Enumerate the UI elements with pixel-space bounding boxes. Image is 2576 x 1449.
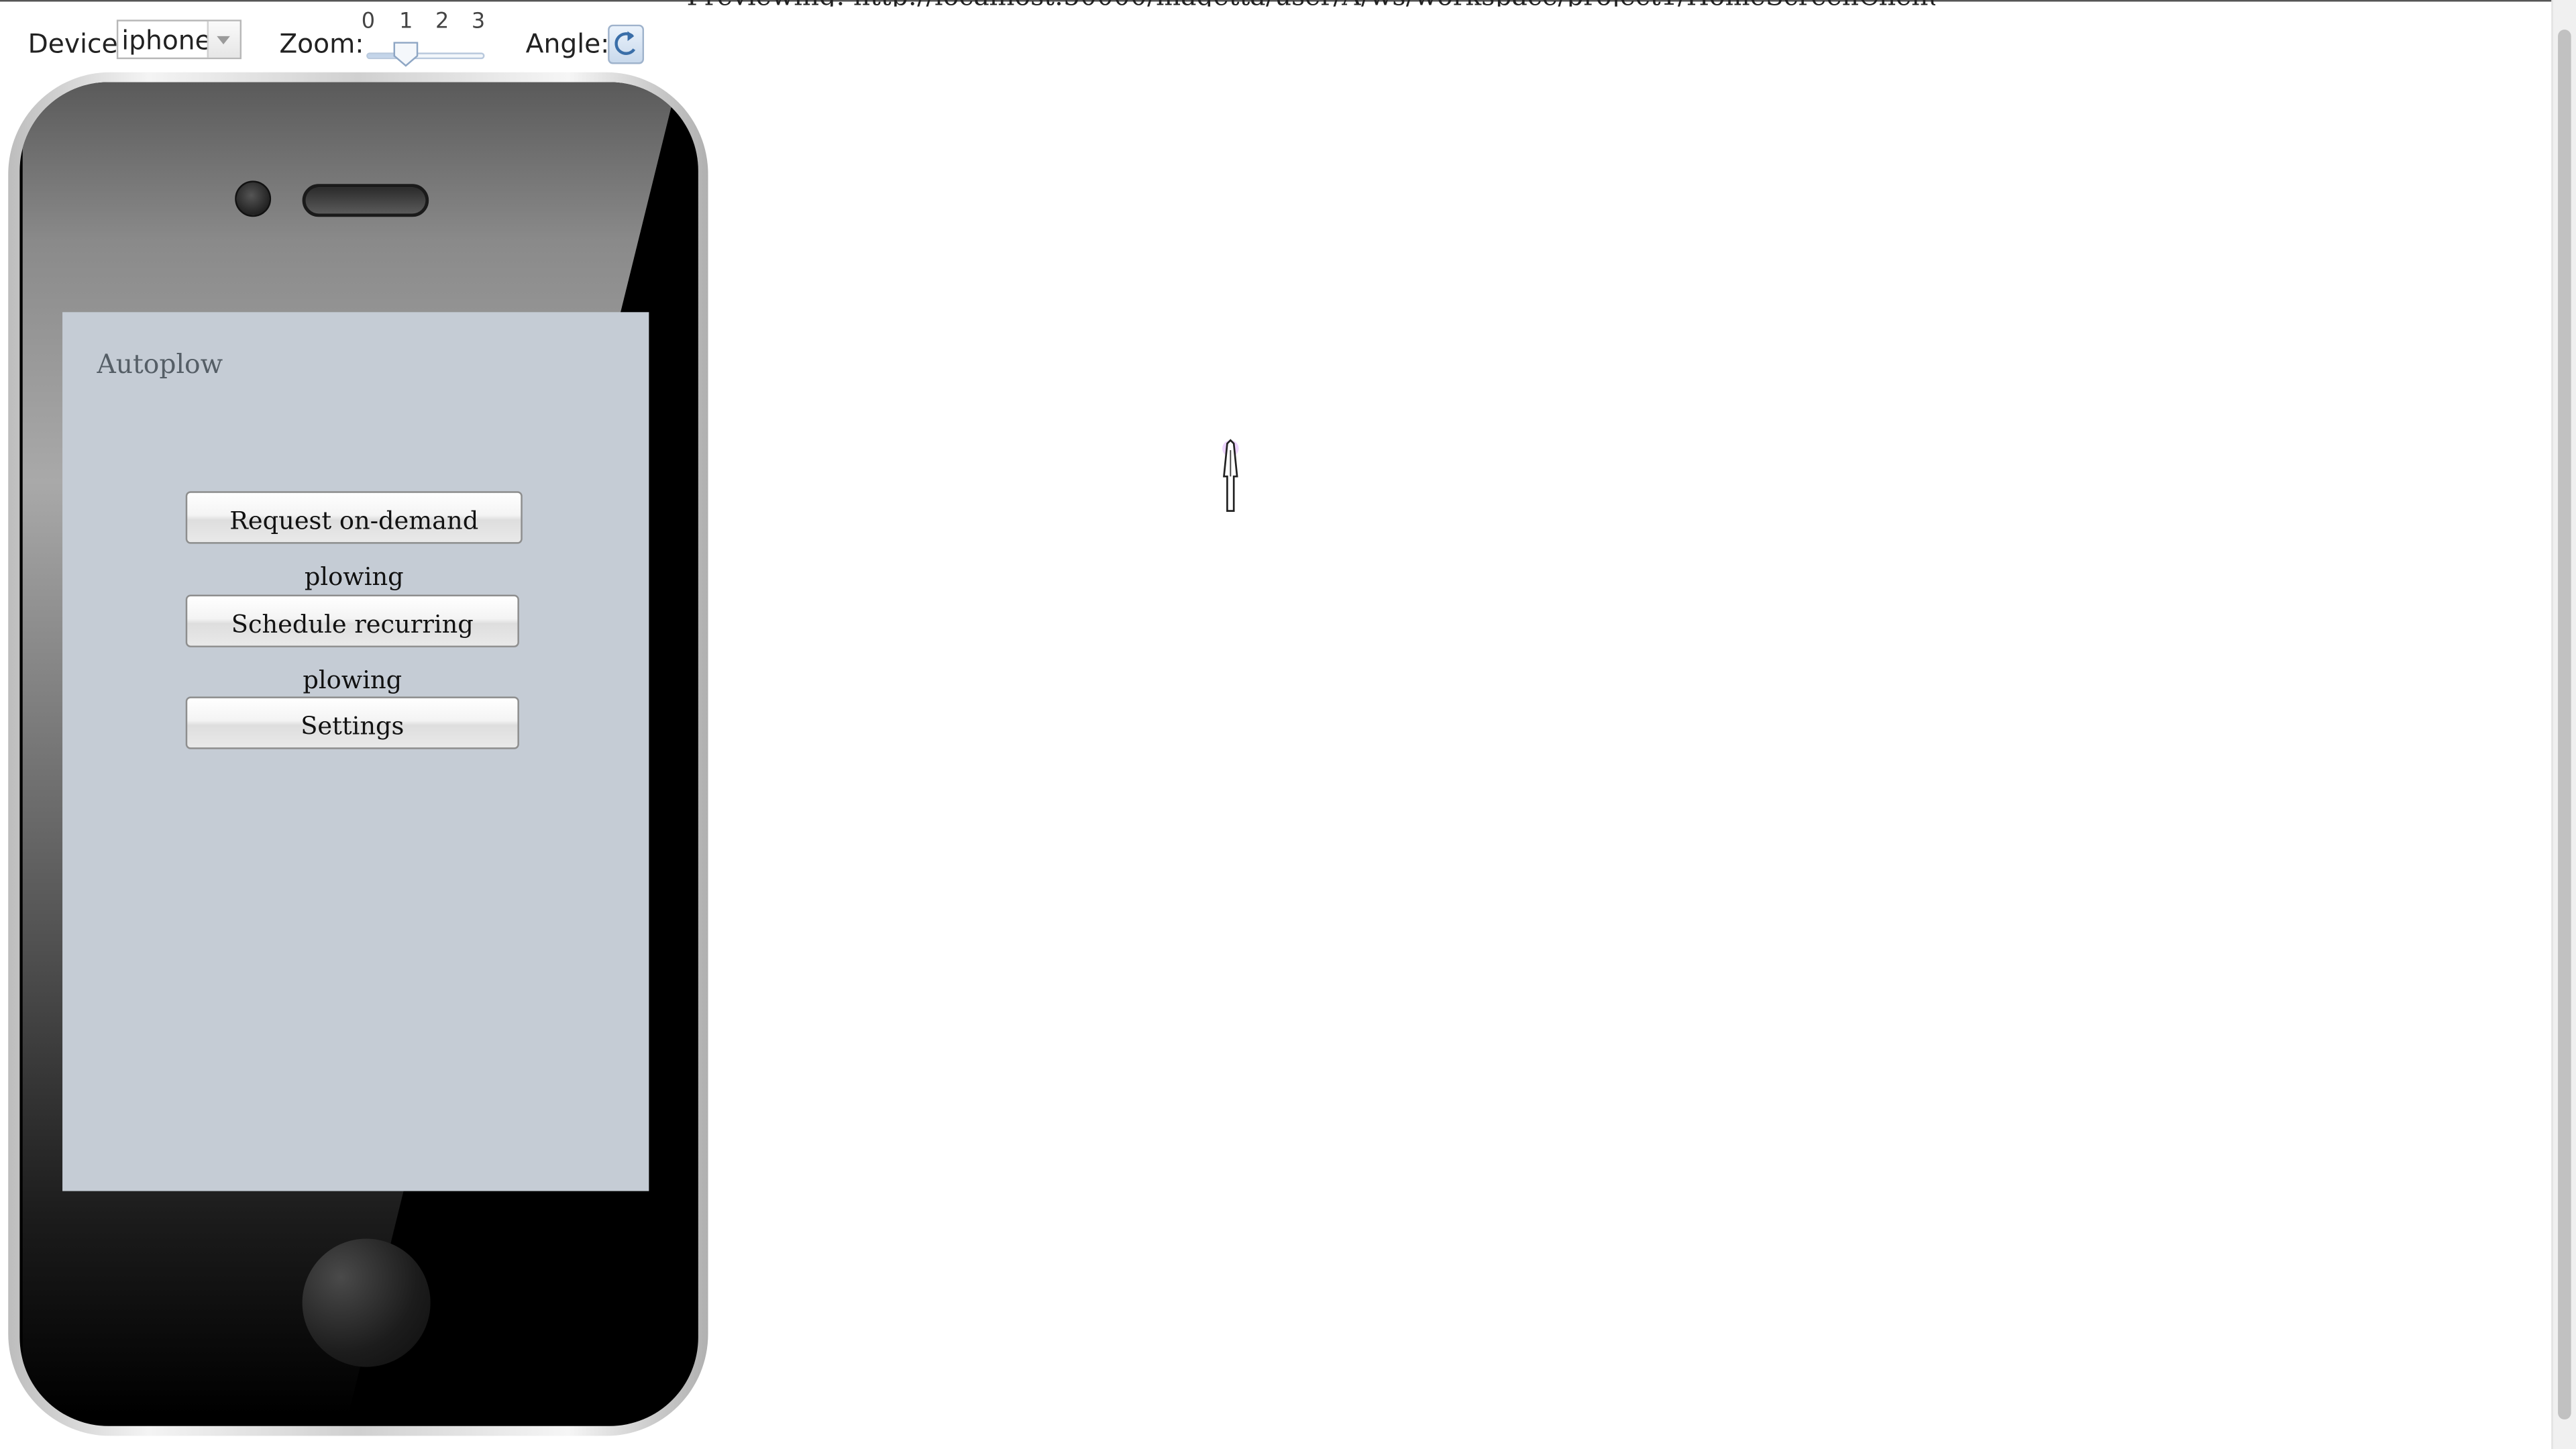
zoom-slider-thumb[interactable]: [392, 41, 418, 67]
app-title: Autoplow: [97, 348, 223, 380]
schedule-recurring-plowing-button[interactable]: Schedule recurring plowing: [185, 594, 519, 695]
angle-rotate-button[interactable]: [608, 24, 645, 64]
zoom-tick-1: 1: [399, 9, 413, 35]
device-select-value: iphone: [121, 24, 211, 56]
zoom-tick-3: 3: [471, 9, 486, 35]
device-select[interactable]: iphone: [116, 19, 242, 60]
page-scrollbar[interactable]: [2551, 0, 2576, 1449]
zoom-label: Zoom:: [279, 28, 364, 60]
rotate-icon: [614, 31, 636, 55]
preview-page: Previewing: http://localhost:50000/maqet…: [0, 0, 2576, 1449]
zoom-tick-0: 0: [361, 9, 376, 35]
phone-camera: [235, 180, 272, 217]
hand-pointer-icon: [1222, 439, 1239, 512]
scrollbar-thumb[interactable]: [2558, 30, 2571, 1419]
angle-label: Angle:: [525, 28, 610, 60]
phone-home-button[interactable]: [302, 1238, 431, 1367]
device-label: Device:: [28, 28, 127, 60]
settings-button[interactable]: Settings: [185, 696, 519, 749]
app-screen: Autoplow Request on-demand plowing Sched…: [62, 312, 649, 1191]
preview-url-banner: Previewing: http://localhost:50000/maqet…: [687, 0, 1935, 7]
chevron-down-icon[interactable]: [207, 21, 240, 58]
request-on-demand-plowing-button[interactable]: Request on-demand plowing: [185, 491, 523, 592]
zoom-tick-2: 2: [435, 9, 449, 35]
phone-speaker: [302, 184, 429, 217]
zoom-slider-track[interactable]: [366, 52, 485, 60]
